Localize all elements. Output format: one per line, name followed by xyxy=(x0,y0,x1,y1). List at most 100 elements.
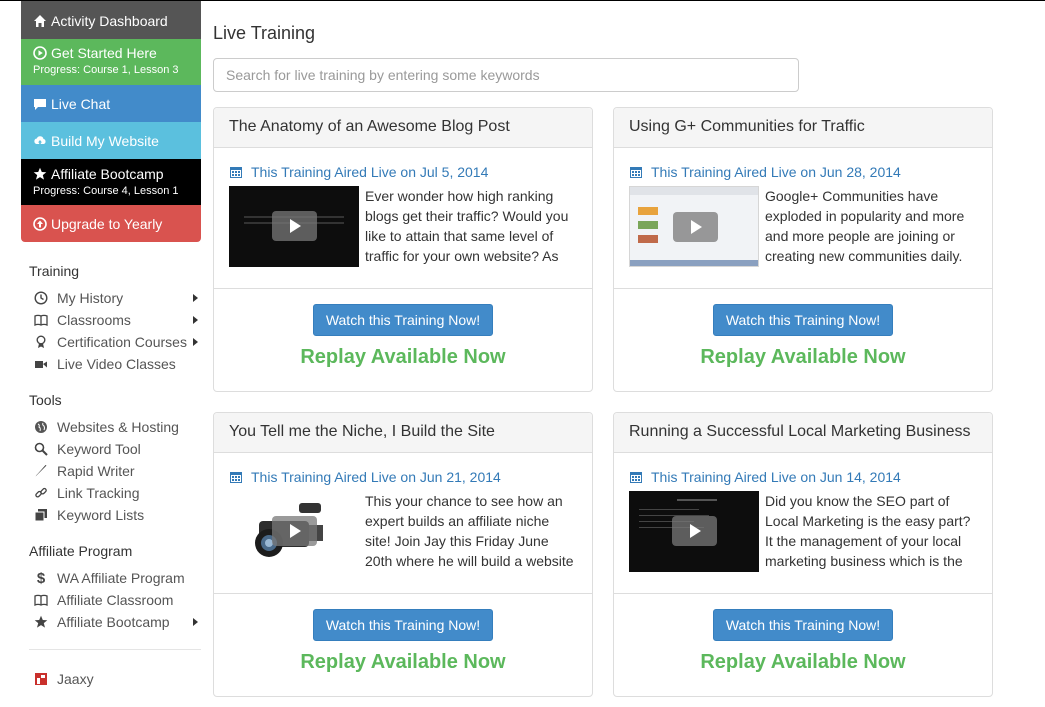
live-chat-label: Live Chat xyxy=(51,96,111,112)
nav-keyword-lists[interactable]: Keyword Lists xyxy=(29,504,201,526)
replay-available-text: Replay Available Now xyxy=(700,346,906,368)
nav-live-video-classes[interactable]: Live Video Classes xyxy=(29,353,201,375)
globe-icon xyxy=(33,419,49,435)
video-camera-icon xyxy=(33,356,49,372)
play-circle-icon xyxy=(33,46,47,60)
copy-icon xyxy=(33,507,49,523)
certificate-icon xyxy=(33,334,49,350)
get-started-label: Get Started Here xyxy=(51,45,157,61)
page-title: Live Training xyxy=(213,23,316,43)
watch-training-button[interactable]: Watch this Training Now! xyxy=(712,609,894,641)
replay-available-text: Replay Available Now xyxy=(700,651,906,673)
affiliate-section: Affiliate Program $ WA Affiliate Program… xyxy=(29,543,201,633)
card-content: This your chance to see how an expert bu… xyxy=(229,491,577,572)
training-heading: Training xyxy=(29,263,80,279)
nav-jaaxy[interactable]: Jaaxy xyxy=(29,668,201,690)
star-icon xyxy=(33,167,47,181)
nav-websites-hosting[interactable]: Websites & Hosting xyxy=(29,416,201,438)
card-content: Ever wonder how high ranking blogs get t… xyxy=(229,186,577,267)
nav-certification-courses[interactable]: Certification Courses xyxy=(29,331,201,353)
book-icon xyxy=(33,312,49,328)
training-card: Running a Successful Local Marketing Bus… xyxy=(613,412,993,697)
nav-certification-courses-label: Certification Courses xyxy=(57,334,187,350)
pen-icon xyxy=(33,463,49,479)
card-description: This your chance to see how an expert bu… xyxy=(365,493,574,569)
nav-rapid-writer-label: Rapid Writer xyxy=(57,463,135,479)
get-started-progress: Progress: Course 1, Lesson 3 xyxy=(33,64,179,76)
watch-training-button[interactable]: Watch this Training Now! xyxy=(312,304,494,336)
aired-date-text: This Training Aired Live on Jun 14, 2014 xyxy=(651,469,901,485)
training-card: The Anatomy of an Awesome Blog Post This… xyxy=(213,107,593,392)
caret-right-icon xyxy=(193,618,198,626)
clock-icon xyxy=(33,290,49,306)
card-footer: Watch this Training Now! Replay Availabl… xyxy=(214,289,592,369)
get-started-button[interactable]: Get Started Here Progress: Course 1, Les… xyxy=(21,39,201,85)
card-body: This Training Aired Live on Jun 21, 2014… xyxy=(214,453,592,594)
card-description: Did you know the SEO part of Local Marke… xyxy=(765,493,971,569)
nav-my-history-label: My History xyxy=(57,290,124,306)
watch-training-button[interactable]: Watch this Training Now! xyxy=(312,609,494,641)
watch-training-button[interactable]: Watch this Training Now! xyxy=(712,304,894,336)
training-section: Training My History Classrooms Certifica… xyxy=(29,263,201,375)
calendar-icon xyxy=(229,165,243,179)
nav-link-tracking[interactable]: Link Tracking xyxy=(29,482,201,504)
card-footer: Watch this Training Now! Replay Availabl… xyxy=(614,289,992,369)
live-chat-button[interactable]: Live Chat xyxy=(21,85,201,122)
affiliate-bootcamp-button[interactable]: Affiliate Bootcamp Progress: Course 4, L… xyxy=(21,159,201,205)
upgrade-yearly-button[interactable]: Upgrade to Yearly xyxy=(21,205,201,242)
training-card: You Tell me the Niche, I Build the Site … xyxy=(213,412,593,697)
chat-icon xyxy=(33,97,47,111)
play-button-icon[interactable] xyxy=(672,516,717,546)
calendar-icon xyxy=(629,470,643,484)
card-footer: Watch this Training Now! Replay Availabl… xyxy=(614,594,992,674)
jaaxy-logo-icon xyxy=(33,671,49,687)
tools-heading: Tools xyxy=(29,392,62,408)
play-button-icon[interactable] xyxy=(272,516,317,546)
activity-dashboard-label: Activity Dashboard xyxy=(51,13,168,29)
nav-live-video-classes-label: Live Video Classes xyxy=(57,356,176,372)
replay-available-text: Replay Available Now xyxy=(300,346,506,368)
video-thumbnail[interactable] xyxy=(629,186,759,267)
activity-dashboard-button[interactable]: Activity Dashboard xyxy=(21,1,201,39)
caret-right-icon xyxy=(193,338,198,346)
card-title: The Anatomy of an Awesome Blog Post xyxy=(214,108,592,148)
replay-available-text: Replay Available Now xyxy=(300,651,506,673)
affiliate-heading: Affiliate Program xyxy=(29,543,133,559)
affiliate-bootcamp-progress: Progress: Course 4, Lesson 1 xyxy=(33,185,179,197)
card-content: Did you know the SEO part of Local Marke… xyxy=(629,491,977,572)
extra-section: Jaaxy xyxy=(29,668,201,690)
tools-section: Tools Websites & Hosting Keyword Tool Ra… xyxy=(29,392,201,526)
card-title: Running a Successful Local Marketing Bus… xyxy=(614,413,992,453)
search-icon xyxy=(33,441,49,457)
card-title: You Tell me the Niche, I Build the Site xyxy=(214,413,592,453)
star-icon xyxy=(33,614,49,630)
build-website-button[interactable]: Build My Website xyxy=(21,122,201,159)
card-description: Google+ Communities have exploded in pop… xyxy=(765,188,965,264)
video-thumbnail[interactable] xyxy=(229,186,359,267)
nav-keyword-tool[interactable]: Keyword Tool xyxy=(29,438,201,460)
aired-date-text: This Training Aired Live on Jun 28, 2014 xyxy=(651,164,901,180)
search-input[interactable] xyxy=(213,58,799,92)
aired-date: This Training Aired Live on Jun 14, 2014 xyxy=(629,467,977,487)
nav-wa-affiliate-program[interactable]: $ WA Affiliate Program xyxy=(29,567,201,589)
nav-rapid-writer[interactable]: Rapid Writer xyxy=(29,460,201,482)
nav-keyword-tool-label: Keyword Tool xyxy=(57,441,141,457)
play-button-icon[interactable] xyxy=(673,212,718,242)
cloud-upload-icon xyxy=(33,134,47,148)
video-thumbnail[interactable] xyxy=(229,491,359,572)
nav-affiliate-bootcamp[interactable]: Affiliate Bootcamp xyxy=(29,611,201,633)
nav-my-history[interactable]: My History xyxy=(29,287,201,309)
card-body: This Training Aired Live on Jun 14, 2014… xyxy=(614,453,992,594)
video-thumbnail[interactable] xyxy=(629,491,759,572)
nav-affiliate-classroom[interactable]: Affiliate Classroom xyxy=(29,589,201,611)
training-card: Using G+ Communities for Traffic This Tr… xyxy=(613,107,993,392)
caret-right-icon xyxy=(193,316,198,324)
nav-classrooms[interactable]: Classrooms xyxy=(29,309,201,331)
aired-date-text: This Training Aired Live on Jun 21, 2014 xyxy=(251,469,501,485)
dollar-icon: $ xyxy=(36,569,46,587)
aired-date: This Training Aired Live on Jun 28, 2014 xyxy=(629,162,977,182)
nav-keyword-lists-label: Keyword Lists xyxy=(57,507,145,523)
play-button-icon[interactable] xyxy=(272,211,317,241)
sidebar: Activity Dashboard Get Started Here Prog… xyxy=(21,1,201,690)
nav-affiliate-bootcamp-label: Affiliate Bootcamp xyxy=(57,614,170,630)
